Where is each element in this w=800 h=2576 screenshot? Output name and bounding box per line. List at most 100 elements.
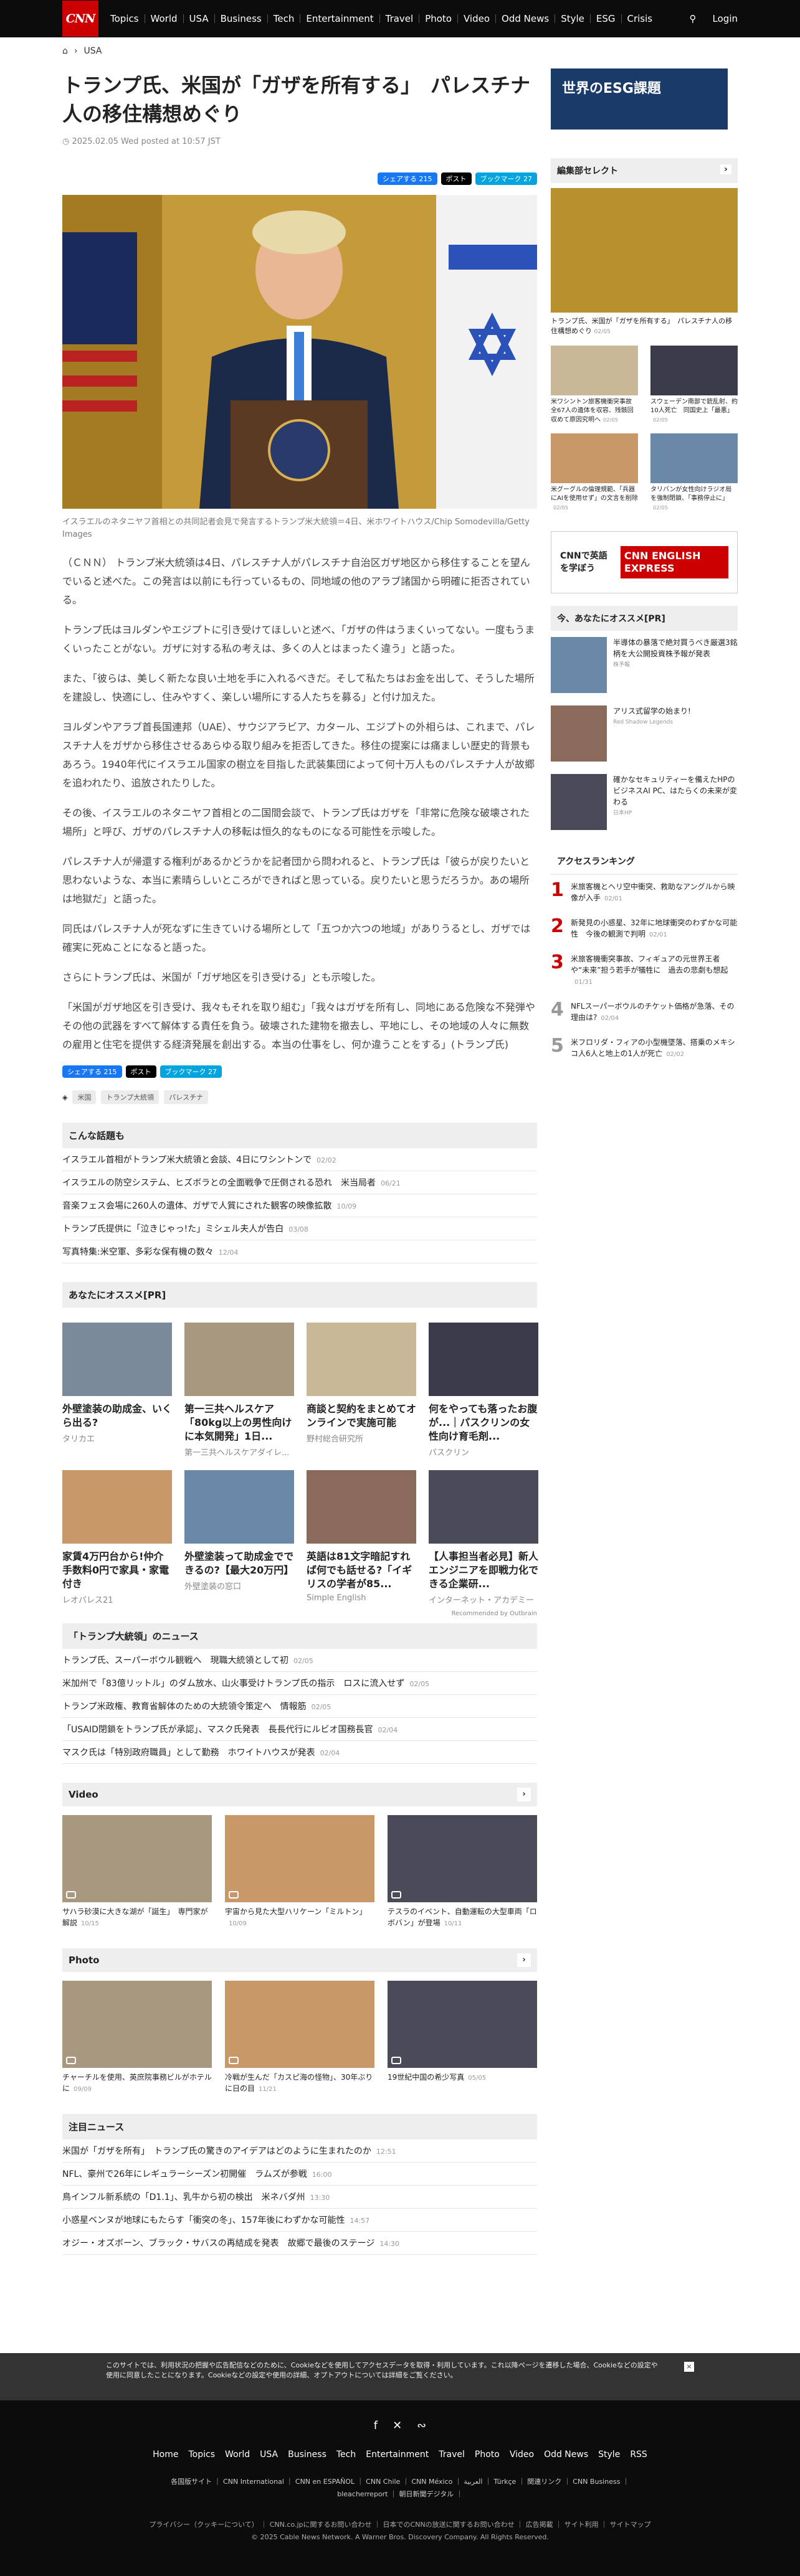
side-pr-item[interactable]: 半導体の暴落で絶対買うべき厳選3銘柄を大公開投資株予報が発表 株予報 [551, 631, 738, 699]
list-item[interactable]: 小惑星ベンヌが地球にもたらす「衝突の冬」、157年後にわずかな可能性 14:57 [62, 2209, 537, 2232]
footer-nav-item[interactable]: Odd News [544, 2450, 588, 2460]
list-item[interactable]: トランプ氏提供に「泣きじゃっ!た」ミシェル夫人が告白 03/08 [62, 1217, 537, 1240]
nav-item[interactable]: Photo [419, 14, 457, 24]
pr-card[interactable]: 何をやっても落ったお腹が...｜パスクリンの女性向け育毛剤... パスクリン [429, 1323, 538, 1458]
list-item[interactable]: 米国が「ガザを所有」 トランプ氏の驚きのアイデアはどのように生まれたのか 12:5… [62, 2140, 537, 2163]
list-item[interactable]: トランプ米政権、教育省解体のための大統領令策定へ 情報筋 02/05 [62, 1695, 537, 1718]
footer-bottom-links[interactable]: プライバシー（クッキーについて） ｜ CNN.co.jpに関するお問い合わせ ｜… [0, 2519, 800, 2529]
footer-links[interactable]: 各国版サイト ｜ CNN International ｜ CNN en ESPA… [0, 2476, 800, 2501]
video-item[interactable]: 宇宙から見た大型ハリケーン「ミルトン」 10/09 [225, 1815, 374, 1930]
item-date: 10/09 [229, 1920, 247, 1927]
footer-nav-item[interactable]: Photo [475, 2450, 500, 2460]
footer-nav-item[interactable]: Business [288, 2450, 326, 2460]
home-icon[interactable]: ⌂ [62, 46, 68, 56]
nav-item[interactable]: Business [214, 14, 267, 24]
video-item[interactable]: テスラのイベント、自動運転の大型車両「ロボバン」が登場 10/11 [388, 1815, 537, 1930]
nav-item[interactable]: Topics [105, 14, 145, 24]
ranking-item[interactable]: 1 米旅客機とヘリ空中衝突、救助なアングルから映像が入手 02/01 [551, 875, 738, 911]
pr-card[interactable]: 第一三共ヘルスケア「80kg以上の男性向けに本気開発」1日... 第一三共ヘルスケ… [184, 1323, 294, 1458]
footer-nav-item[interactable]: Entertainment [366, 2450, 429, 2460]
rss-icon[interactable]: ∾ [417, 2419, 426, 2432]
esg-banner[interactable]: 世界のESG課題 [551, 68, 728, 130]
ranking-item[interactable]: 2 新発見の小惑星、32年に地球衝突のわずかな可能性 今後の観測で判明 02/01 [551, 911, 738, 947]
list-item[interactable]: マスク氏は「特別政府職員」として勤務 ホワイトハウスが発表 02/04 [62, 1741, 537, 1764]
tag-link[interactable]: パレスチナ [164, 1090, 209, 1104]
facebook-share-button[interactable]: シェアする 215 [378, 172, 437, 185]
video-item[interactable]: サハラ砂漠に大きな湖が「誕生」 専門家が解説 10/15 [62, 1815, 212, 1930]
list-item[interactable]: トランプ氏、スーパーボウル観戦へ 現職大統領として初 02/05 [62, 1649, 537, 1672]
list-item[interactable]: イスラエル首相がトランプ米大統領と会談、4日にワシントンで 02/02 [62, 1148, 537, 1171]
outbrain-label[interactable]: Recommended by Outbrain [62, 1610, 537, 1617]
footer-nav-item[interactable]: USA [260, 2450, 278, 2460]
list-item[interactable]: イスラエルの防空システム、ヒズボラとの全面戦争で圧倒される恐れ 米当局者 06/2… [62, 1171, 537, 1194]
pr-card[interactable]: 商談と契約をまとめてオンラインで実施可能 野村総合研究所 [307, 1323, 416, 1458]
editor-item[interactable]: 米グーグルの倫理規範、「兵器にAIを使用せず」の文言を削除 02/05 [551, 433, 638, 512]
footer-nav-item[interactable]: Video [510, 2450, 534, 2460]
list-item[interactable]: 米加州で「83億リットル」のダム放水、山火事受けトランプ氏の指示 ロスに流入せず… [62, 1672, 537, 1695]
ranking-item[interactable]: 3 米旅客機衝突事故、フィギュアの元世界王者や“未来”担う若手が犠牲に 過去の悲劇… [551, 947, 738, 994]
tag-link[interactable]: 米国 [72, 1090, 97, 1104]
nav-item[interactable]: Crisis [621, 14, 659, 24]
list-item[interactable]: 鳥インフル新系統の「D1.1」、乳牛から初の検出 米ネバダ州 13:30 [62, 2186, 537, 2209]
pr-card[interactable]: 外壁塗装って助成金でできるの?【最大20万円】 外壁塗装の窓口 [184, 1470, 294, 1605]
photo-item[interactable]: チャーチルを使用、英庶院事務ビルがホテルに 09/09 [62, 1981, 212, 2095]
editor-item[interactable]: スウェーデン南部で銃乱射、約10人死亡 同国史上「最悪」 02/05 [650, 346, 738, 425]
x-post-button[interactable]: ポスト [125, 1065, 156, 1078]
side-pr-source: 株予報 [613, 662, 631, 668]
photo-item[interactable]: 19世紀中国の希少写真 05/05 [388, 1981, 537, 2095]
list-item[interactable]: NFL、豪州で26年にレギュラーシーズン初開催 ラムズが参戦 16:00 [62, 2163, 537, 2186]
english-banner[interactable]: CNNで英語を学ぼう CNN ENGLISH EXPRESS [551, 531, 738, 593]
facebook-share-button[interactable]: シェアする 215 [62, 1065, 122, 1078]
nav-item[interactable]: USA [183, 14, 214, 24]
pr-card[interactable]: 家賃4万円台から!仲介手数料0円で家具・家電付き レオパレス21 [62, 1470, 172, 1605]
footer-nav-item[interactable]: Home [153, 2450, 178, 2460]
chevron-right-icon[interactable]: › [720, 164, 731, 174]
footer-nav-item[interactable]: World [225, 2450, 250, 2460]
hatena-bookmark-button[interactable]: ブックマーク 27 [160, 1065, 222, 1078]
search-icon[interactable]: ⚲ [690, 13, 697, 24]
nav-item[interactable]: Style [555, 14, 590, 24]
hatena-bookmark-button[interactable]: ブックマーク 27 [475, 172, 537, 185]
nav-item[interactable]: Video [457, 14, 495, 24]
breadcrumb-usa[interactable]: USA [84, 46, 102, 56]
editor-item[interactable]: タリバンが女性向けラジオ局を強制閉鎖、「事務停止に」 02/05 [650, 433, 738, 512]
cookie-banner: このサイトでは、利用状況の把握や広告配信などのために、Cookieなどを使用して… [0, 2353, 800, 2400]
footer-nav-item[interactable]: Style [598, 2450, 620, 2460]
cnn-logo[interactable]: CNN [62, 1, 98, 37]
chevron-right-icon[interactable]: › [517, 1788, 531, 1801]
pr-card[interactable]: 外壁塗装の助成金、いくら出る? タリカエ [62, 1323, 172, 1458]
tag-link[interactable]: トランプ大統領 [101, 1090, 160, 1104]
facebook-icon[interactable]: f [374, 2419, 378, 2432]
footer-nav-item[interactable]: Tech [336, 2450, 356, 2460]
side-pr-item[interactable]: 確かなセキュリティーを備えたHPのビジネスAI PC、はたらくの未来が変わる 日本… [551, 768, 738, 836]
editor-main[interactable]: トランプ氏、米国が「ガザを所有する」 パレスチナ人の移住構想めぐり 02/05 [551, 188, 738, 337]
editor-item[interactable]: 米ワシントン旅客機衝突事故 全67人の遺体を収容、残骸回収めて原因究明へ 02/0… [551, 346, 638, 425]
nav-item[interactable]: Entertainment [300, 14, 379, 24]
nav-item[interactable]: Travel [379, 14, 419, 24]
footer-nav-item[interactable]: RSS [630, 2450, 647, 2460]
photo-item[interactable]: 冷戦が生んだ「カスピ海の怪物」、30年ぶりに日の目 11/21 [225, 1981, 374, 2095]
pr-card[interactable]: 英語は81文字暗記すれば何でも話せる?「イギリスの学者が85... Simple … [307, 1470, 416, 1605]
pr-card[interactable]: 【人事担当者必見】新人エンジニアを即戦力化できる企業研... インターネット・アカ… [429, 1470, 538, 1605]
list-item[interactable]: 写真特集:米空軍、多彩な保有機の数々 12/04 [62, 1240, 537, 1263]
nav-item[interactable]: Odd News [495, 14, 555, 24]
ranking-item[interactable]: 4 NFLスーパーボウルのチケット価格が急落、その理由は? 02/04 [551, 994, 738, 1031]
side-pr-item[interactable]: アリス式留学の始まり! Red Shadow Legends [551, 699, 738, 768]
footer-nav-item[interactable]: Topics [189, 2450, 216, 2460]
nav-item[interactable]: World [144, 14, 183, 24]
x-icon[interactable]: ✕ [393, 2419, 402, 2432]
list-item[interactable]: 「USAID閉鎖をトランプ氏が承認」、マスク氏発表 長長代行にルビオ国務長官 02… [62, 1718, 537, 1741]
editor-thumb [551, 346, 638, 395]
ranking-item[interactable]: 5 米フロリダ・フィアの小型機墜落、搭乗のメキシコ人6人と地上の1人が死亡 02/0… [551, 1031, 738, 1067]
login-link[interactable]: Login [713, 13, 738, 24]
chevron-right-icon[interactable]: › [517, 1953, 531, 1967]
x-post-button[interactable]: ポスト [440, 172, 472, 185]
nav-item[interactable]: Tech [267, 14, 300, 24]
list-item[interactable]: オジー・オズボーン、ブラック・サバスの再結成を発表 故郷で最後のステージ 14:3… [62, 2232, 537, 2255]
nav-item[interactable]: ESG [589, 14, 621, 24]
close-icon[interactable]: × [684, 2362, 694, 2372]
footer-nav-item[interactable]: Travel [439, 2450, 465, 2460]
list-item-date: 16:00 [312, 2171, 332, 2179]
pr-source: Simple English [307, 1593, 366, 1603]
list-item[interactable]: 音楽フェス会場に260人の遺体、ガザで人質にされた観客の映像拡散 10/09 [62, 1194, 537, 1217]
